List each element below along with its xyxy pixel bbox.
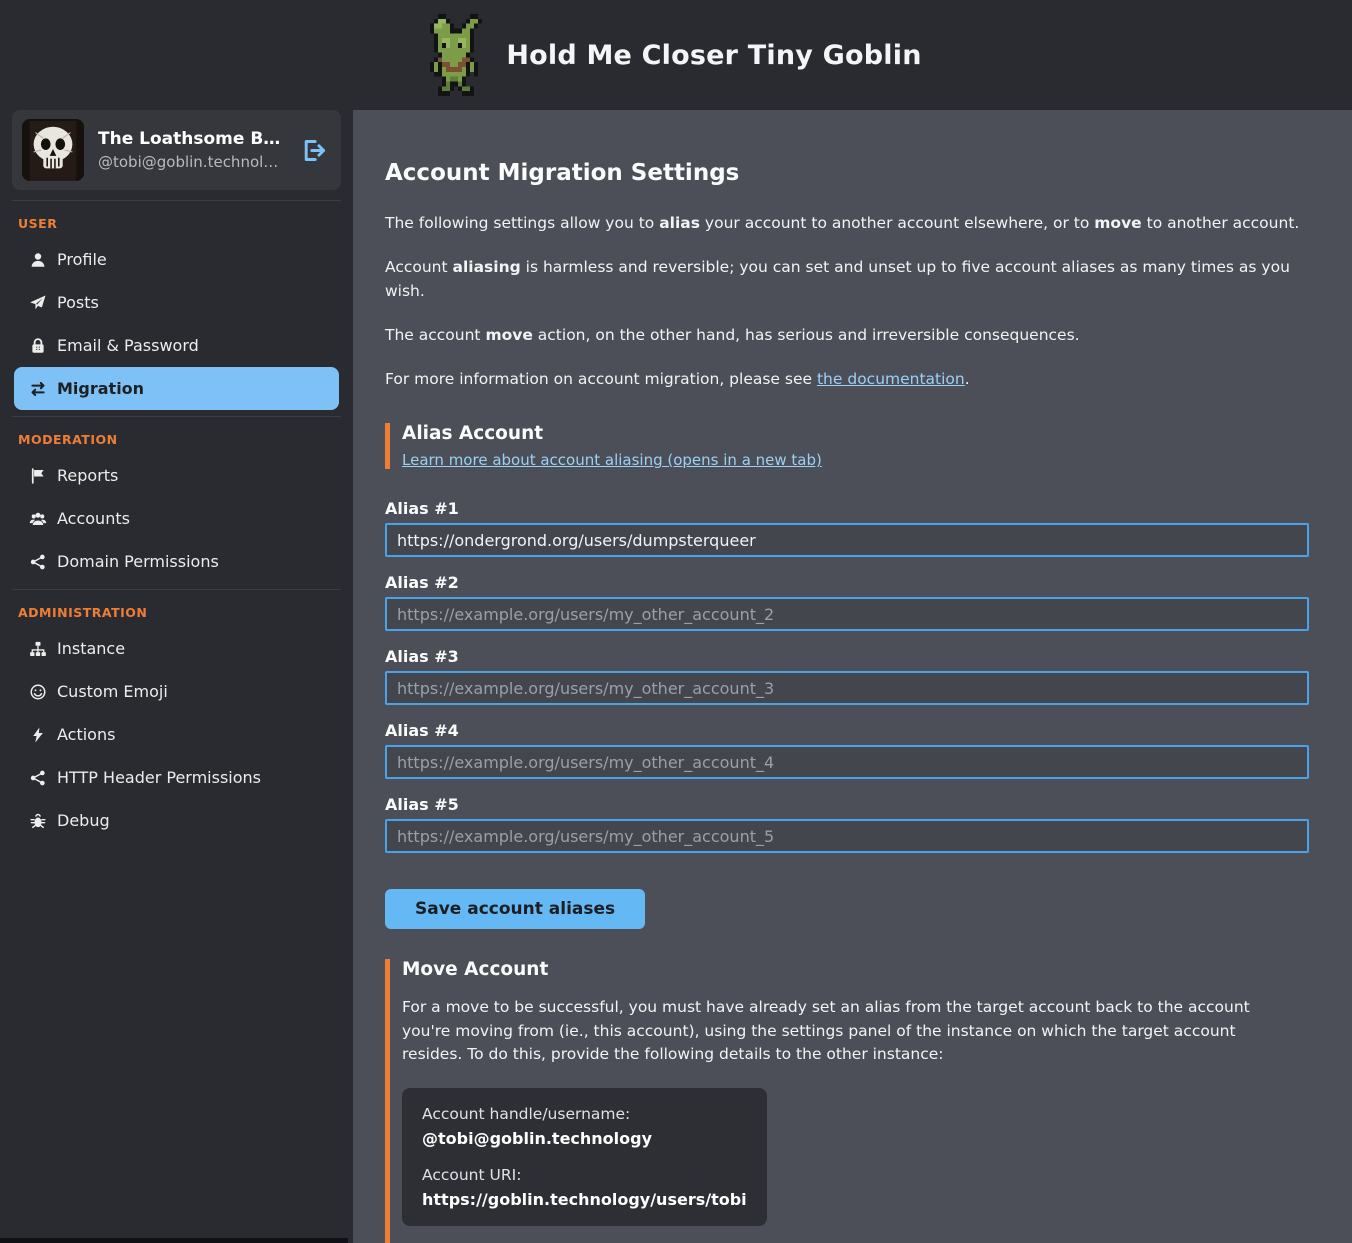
alias-4-input[interactable] xyxy=(385,745,1309,779)
instance-header: Hold Me Closer Tiny Goblin xyxy=(0,0,1352,110)
sidebar-item-instance[interactable]: Instance xyxy=(0,627,353,670)
alias-5-input[interactable] xyxy=(385,819,1309,853)
alias-3-input[interactable] xyxy=(385,671,1309,705)
smiley-icon xyxy=(28,682,48,701)
account-handle-value: @tobi@goblin.technology xyxy=(422,1129,747,1148)
bug-icon xyxy=(28,811,48,830)
user-icon xyxy=(28,250,48,269)
sidebar-item-label: Profile xyxy=(57,250,107,269)
documentation-link[interactable]: the documentation xyxy=(817,370,965,388)
alias-2-input[interactable] xyxy=(385,597,1309,631)
sidebar-item-label: Reports xyxy=(57,466,118,485)
account-uri-value: https://goblin.technology/users/tobi xyxy=(422,1190,747,1209)
goblin-logo xyxy=(430,14,486,96)
sidebar-item-actions[interactable]: Actions xyxy=(0,713,353,756)
sidebar-item-accounts[interactable]: Accounts xyxy=(0,497,353,540)
user-display-name: The Loathsome B… xyxy=(98,129,286,149)
alias-field-1: Alias #1 xyxy=(385,499,1309,557)
alias-account-title: Alias Account xyxy=(402,423,1312,444)
sidebar-item-label: Debug xyxy=(57,811,110,830)
alias-account-section-header: Alias Account Learn more about account a… xyxy=(385,423,1312,469)
transfer-arrows-icon xyxy=(28,379,48,398)
flag-icon xyxy=(28,466,48,485)
lock-icon xyxy=(28,336,48,355)
sidebar-item-label: Accounts xyxy=(57,509,130,528)
account-uri-label: Account URI: xyxy=(422,1166,747,1184)
move-account-section: Move Account For a move to be successful… xyxy=(385,959,1312,1243)
nav-section-administration: ADMINISTRATION xyxy=(0,590,353,627)
main-content: Account Migration Settings The following… xyxy=(353,110,1352,1243)
sidebar-item-profile[interactable]: Profile xyxy=(0,238,353,281)
avatar xyxy=(22,119,84,181)
sidebar-item-custom-emoji[interactable]: Custom Emoji xyxy=(0,670,353,713)
sidebar-item-label: Instance xyxy=(57,639,125,658)
alias-field-3: Alias #3 xyxy=(385,647,1309,705)
user-handle: @tobi@goblin.technol… xyxy=(98,153,286,171)
nav-section-user: USER xyxy=(0,201,353,238)
alias-4-label: Alias #4 xyxy=(385,721,1309,740)
sidebar-item-posts[interactable]: Posts xyxy=(0,281,353,324)
alias-field-5: Alias #5 xyxy=(385,795,1309,853)
alias-field-2: Alias #2 xyxy=(385,573,1309,631)
sidebar-item-label: Domain Permissions xyxy=(57,552,219,571)
share-nodes-icon xyxy=(28,768,48,787)
user-card[interactable]: The Loathsome B… @tobi@goblin.technol… xyxy=(12,110,341,190)
page-title: Account Migration Settings xyxy=(385,160,1312,186)
account-details-box: Account handle/username: @tobi@goblin.te… xyxy=(402,1088,767,1226)
sidebar-item-label: HTTP Header Permissions xyxy=(57,768,261,787)
paper-plane-icon xyxy=(28,293,48,312)
instance-title: Hold Me Closer Tiny Goblin xyxy=(506,40,921,71)
sign-out-icon[interactable] xyxy=(300,137,327,164)
sidebar-item-http-header-permissions[interactable]: HTTP Header Permissions xyxy=(0,756,353,799)
account-handle-label: Account handle/username: xyxy=(422,1105,747,1123)
move-account-description: For a move to be successful, you must ha… xyxy=(402,996,1282,1066)
intro-paragraph-3: The account move action, on the other ha… xyxy=(385,324,1312,347)
alias-form: Alias #1 Alias #2 Alias #3 Alias #4 Alia… xyxy=(385,499,1309,929)
sidebar-item-domain-permissions[interactable]: Domain Permissions xyxy=(0,540,353,583)
skull-avatar-image xyxy=(22,119,84,181)
sidebar-item-label: Actions xyxy=(57,725,115,744)
sidebar-item-label: Email & Password xyxy=(57,336,199,355)
sidebar-item-migration[interactable]: Migration xyxy=(14,367,339,410)
sidebar-item-reports[interactable]: Reports xyxy=(0,454,353,497)
user-info: The Loathsome B… @tobi@goblin.technol… xyxy=(98,129,286,171)
alias-1-input[interactable] xyxy=(385,523,1309,557)
sidebar-item-label: Custom Emoji xyxy=(57,682,168,701)
alias-field-4: Alias #4 xyxy=(385,721,1309,779)
alias-learn-more-link[interactable]: Learn more about account aliasing (opens… xyxy=(402,451,822,469)
intro-paragraphs: The following settings allow you to alia… xyxy=(385,212,1312,391)
intro-paragraph-2: Account aliasing is harmless and reversi… xyxy=(385,256,1312,303)
nav-section-moderation: MODERATION xyxy=(0,417,353,454)
move-account-title: Move Account xyxy=(402,959,1312,980)
sidebar: The Loathsome B… @tobi@goblin.technol… U… xyxy=(0,110,353,1243)
sitemap-icon xyxy=(28,639,48,658)
sidebar-item-label: Migration xyxy=(57,379,144,398)
alias-1-label: Alias #1 xyxy=(385,499,1309,518)
sidebar-item-label: Posts xyxy=(57,293,99,312)
save-account-aliases-button[interactable]: Save account aliases xyxy=(385,889,645,929)
alias-5-label: Alias #5 xyxy=(385,795,1309,814)
share-nodes-icon xyxy=(28,552,48,571)
sidebar-item-debug[interactable]: Debug xyxy=(0,799,353,842)
intro-paragraph-4: For more information on account migratio… xyxy=(385,368,1312,391)
sidebar-item-email-password[interactable]: Email & Password xyxy=(0,324,353,367)
bolt-icon xyxy=(28,725,48,744)
alias-3-label: Alias #3 xyxy=(385,647,1309,666)
intro-paragraph-1: The following settings allow you to alia… xyxy=(385,212,1312,235)
users-icon xyxy=(28,509,48,528)
alias-2-label: Alias #2 xyxy=(385,573,1309,592)
